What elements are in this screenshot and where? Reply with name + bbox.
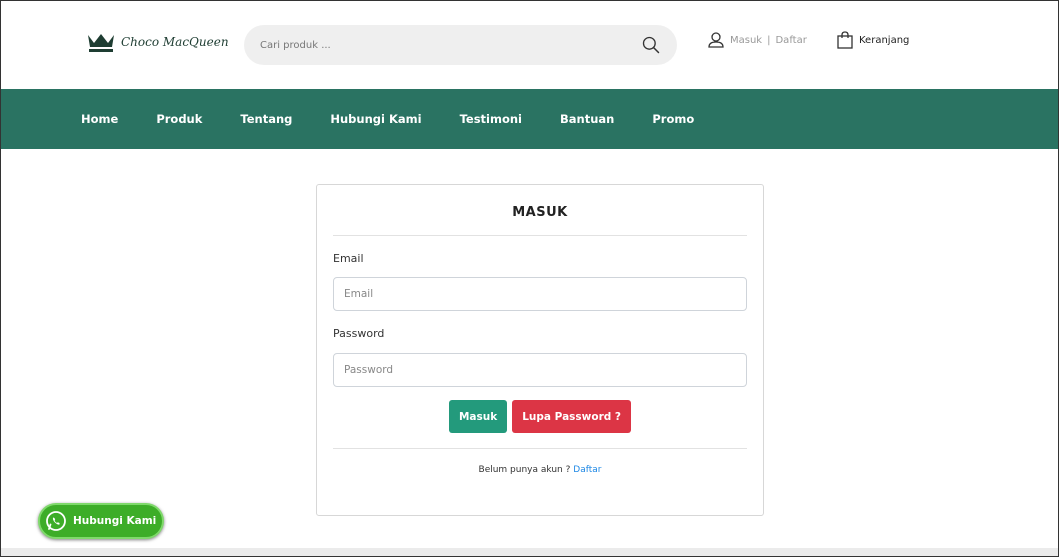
whatsapp-button[interactable]: Hubungi Kami <box>38 503 164 539</box>
forgot-password-button[interactable]: Lupa Password ? <box>512 400 632 433</box>
nav-item-promo[interactable]: Promo <box>652 112 694 126</box>
login-link[interactable]: Masuk <box>730 35 762 46</box>
email-label: Email <box>333 252 364 265</box>
crown-icon <box>88 34 114 52</box>
password-field[interactable] <box>333 353 747 387</box>
top-header: Choco MacQueen Masuk | Daftar <box>1 1 1058 89</box>
search-icon[interactable] <box>639 33 663 57</box>
nav-item-tentang[interactable]: Tentang <box>240 112 292 126</box>
whatsapp-icon <box>46 511 66 531</box>
nav-item-produk[interactable]: Produk <box>156 112 202 126</box>
register-prompt-text: Belum punya akun ? <box>478 465 571 475</box>
footer-strip <box>1 548 1058 556</box>
shopping-bag-icon <box>837 31 853 49</box>
password-label: Password <box>333 327 385 340</box>
account-links: Masuk | Daftar <box>707 31 807 49</box>
search-input[interactable] <box>260 39 639 51</box>
search-bar <box>244 25 677 65</box>
register-link-bottom[interactable]: Daftar <box>573 465 601 475</box>
page: Choco MacQueen Masuk | Daftar <box>0 0 1059 557</box>
login-button[interactable]: Masuk <box>448 400 508 433</box>
nav-item-home[interactable]: Home <box>81 112 118 126</box>
nav-item-bantuan[interactable]: Bantuan <box>560 112 614 126</box>
cart-label: Keranjang <box>859 34 910 46</box>
whatsapp-label: Hubungi Kami <box>73 515 157 527</box>
login-title: MASUK <box>512 205 568 220</box>
brand-name: Choco MacQueen <box>121 35 229 49</box>
form-actions: Masuk Lupa Password ? <box>317 400 763 433</box>
register-link[interactable]: Daftar <box>775 35 806 46</box>
login-card: MASUK Email Password Masuk Lupa Password… <box>316 184 764 516</box>
nav-item-hubungi-kami[interactable]: Hubungi Kami <box>330 112 421 126</box>
brand-logo[interactable]: Choco MacQueen <box>87 31 229 53</box>
divider <box>333 235 747 236</box>
register-prompt: Belum punya akun ? Daftar <box>317 465 763 475</box>
user-icon <box>708 32 724 48</box>
cart-link[interactable]: Keranjang <box>836 31 909 49</box>
main-nav: Home Produk Tentang Hubungi Kami Testimo… <box>1 89 1058 149</box>
divider <box>333 448 747 449</box>
email-field[interactable] <box>333 277 747 311</box>
account-separator: | <box>767 34 771 46</box>
nav-item-testimoni[interactable]: Testimoni <box>460 112 522 126</box>
